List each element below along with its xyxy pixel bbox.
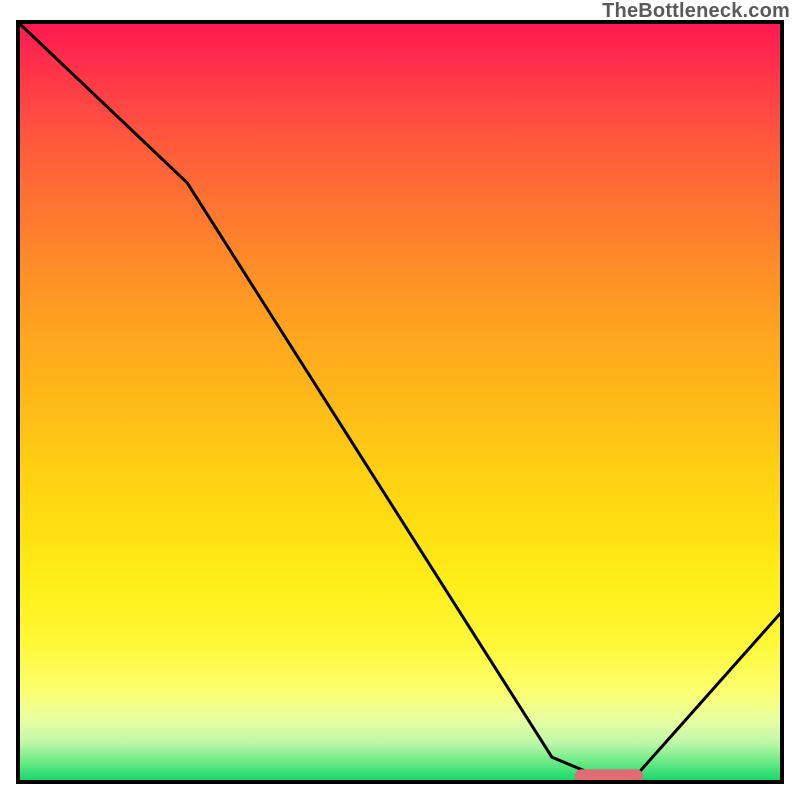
chart-container: TheBottleneck.com — [0, 0, 800, 800]
plot-area — [16, 20, 784, 784]
plot-overlay — [20, 24, 780, 780]
optimal-range-marker — [575, 769, 643, 780]
bottleneck-curve — [20, 24, 780, 776]
